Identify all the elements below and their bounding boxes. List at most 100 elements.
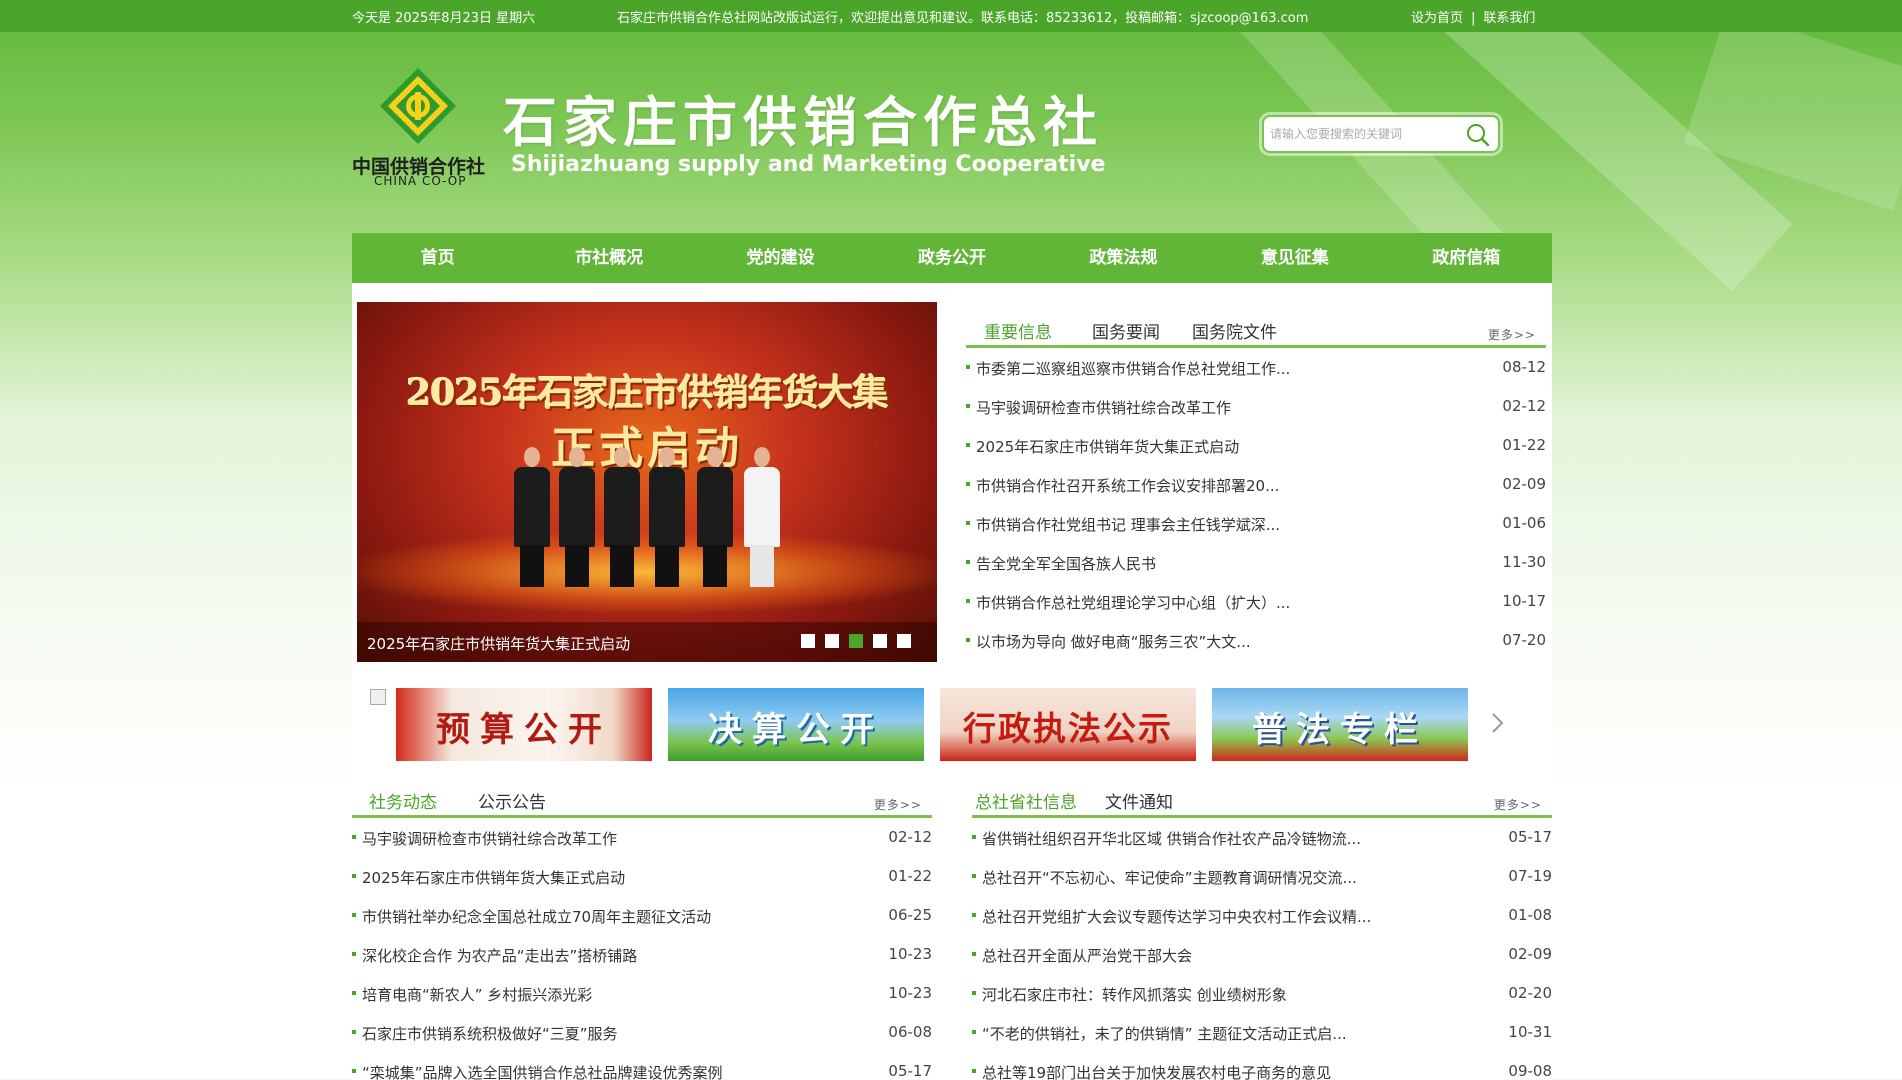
tab-announcements[interactable]: 公示公告 (478, 788, 546, 813)
banner-label: 行政执法公示 (963, 709, 1173, 748)
list-item-title[interactable]: 市供销合作社召开系统工作会议安排部署20... (976, 475, 1279, 496)
search-input[interactable] (1270, 123, 1458, 145)
list-item-title[interactable]: 马宇骏调研检查市供销社综合改革工作 (976, 397, 1231, 418)
tab-national-provincial[interactable]: 总社省社信息 (975, 788, 1077, 813)
list-item[interactable]: 总社等19部门出台关于加快发展农村电子商务的意见 09-08 (972, 1052, 1556, 1080)
list-item-date: 06-08 (888, 1023, 932, 1041)
slider-dot[interactable] (825, 634, 839, 648)
tab-society-news[interactable]: 社务动态 (369, 788, 437, 813)
bullet-icon (966, 443, 970, 447)
list-item-title[interactable]: 总社召开党组扩大会议专题传达学习中央农村工作会议精... (982, 906, 1371, 927)
tab-file-notices[interactable]: 文件通知 (1105, 788, 1173, 813)
list-item-title[interactable]: 马宇骏调研检查市供销社综合改革工作 (362, 828, 617, 849)
tab-state-council-docs[interactable]: 国务院文件 (1192, 318, 1277, 343)
list-item-title[interactable]: 总社等19部门出台关于加快发展农村电子商务的意见 (982, 1062, 1331, 1080)
bullet-icon (966, 482, 970, 486)
nav-opinions[interactable]: 意见征集 (1209, 233, 1380, 283)
list-item[interactable]: 市供销合作总社党组理论学习中心组（扩大）... 10-17 (966, 582, 1550, 621)
list-item-title[interactable]: 告全党全军全国各族人民书 (976, 553, 1156, 574)
list-item-title[interactable]: 市供销合作社党组书记 理事会主任钱学斌深... (976, 514, 1280, 535)
list-item-title[interactable]: 2025年石家庄市供销年货大集正式启动 (362, 867, 625, 888)
nav-home[interactable]: 首页 (352, 233, 523, 283)
banner-legal-education[interactable]: 普法专栏 (1212, 688, 1468, 761)
list-item[interactable]: 石家庄市供销系统积极做好“三夏”服务 06-08 (352, 1013, 936, 1052)
list-item-date: 01-08 (1508, 906, 1552, 924)
list-item-date: 02-20 (1508, 984, 1552, 1002)
list-item-title[interactable]: 深化校企合作 为农产品“走出去”搭桥铺路 (362, 945, 637, 966)
slide-headline: 2025年石家庄市供销年货大集 (406, 372, 888, 414)
more-link[interactable]: 更多>> (874, 796, 922, 813)
list-item-title[interactable]: “不老的供销社，未了的供销情” 主题征文活动正式启... (982, 1023, 1347, 1044)
list-item[interactable]: 市供销合作社党组书记 理事会主任钱学斌深... 01-06 (966, 504, 1550, 543)
slider-dot[interactable] (873, 634, 887, 648)
list-item-title[interactable]: 总社召开“不忘初心、牢记使命”主题教育调研情况交流... (982, 867, 1357, 888)
list-item[interactable]: 市供销社举办纪念全国总社成立70周年主题征文活动 06-25 (352, 896, 936, 935)
list-item[interactable]: 总社召开“不忘初心、牢记使命”主题教育调研情况交流... 07-19 (972, 857, 1556, 896)
list-item[interactable]: 总社召开党组扩大会议专题传达学习中央农村工作会议精... 01-08 (972, 896, 1556, 935)
main-nav: 首页 市社概况 党的建设 政务公开 政策法规 意见征集 政府信箱 (352, 233, 1552, 283)
list-item-title[interactable]: 总社召开全面从严治党干部大会 (982, 945, 1192, 966)
banner-budget[interactable]: 预算公开 (396, 688, 652, 761)
list-item-title[interactable]: 市委第二巡察组巡察市供销合作总社党组工作... (976, 358, 1290, 379)
tab-state-news[interactable]: 国务要闻 (1092, 318, 1160, 343)
nav-overview[interactable]: 市社概况 (523, 233, 694, 283)
list-item-title[interactable]: 培育电商“新农人” 乡村振兴添光彩 (362, 984, 592, 1005)
list-item[interactable]: “不老的供销社，未了的供销情” 主题征文活动正式启... 10-31 (972, 1013, 1556, 1052)
list-item[interactable]: 省供销社组织召开华北区域 供销合作社农产品冷链物流... 05-17 (972, 818, 1556, 857)
contact-us-link[interactable]: 联系我们 (1483, 11, 1535, 26)
list-item[interactable]: 马宇骏调研检查市供销社综合改革工作 02-12 (352, 818, 936, 857)
link-separator: | (1471, 11, 1476, 26)
list-item[interactable]: 2025年石家庄市供销年货大集正式启动 01-22 (352, 857, 936, 896)
site-notice: 石家庄市供销合作总社网站改版试运行，欢迎提出意见和建议。联系电话：8523361… (617, 11, 1309, 26)
banner-final-accounts[interactable]: 决算公开 (668, 688, 924, 761)
list-item-title[interactable]: 省供销社组织召开华北区域 供销合作社农产品冷链物流... (982, 828, 1361, 849)
list-item-title[interactable]: 市供销社举办纪念全国总社成立70周年主题征文活动 (362, 906, 711, 927)
list-item[interactable]: “栾城集”品牌入选全国供销合作总社品牌建设优秀案例 05-17 (352, 1052, 936, 1080)
list-item-date: 05-17 (888, 1062, 932, 1080)
list-item[interactable]: 以市场为导向 做好电商“服务三农”大文... 07-20 (966, 621, 1550, 660)
nav-party-building[interactable]: 党的建设 (695, 233, 866, 283)
broken-image-icon (370, 689, 386, 705)
slider-dot[interactable] (897, 634, 911, 648)
slider-dot[interactable] (801, 634, 815, 648)
bullet-icon (966, 521, 970, 525)
search-button[interactable] (1464, 121, 1492, 149)
list-item-date: 07-20 (1502, 631, 1546, 649)
list-item-title[interactable]: “栾城集”品牌入选全国供销合作总社品牌建设优秀案例 (362, 1062, 723, 1080)
bullet-icon (352, 1069, 356, 1073)
nav-policies[interactable]: 政策法规 (1038, 233, 1209, 283)
list-item[interactable]: 2025年石家庄市供销年货大集正式启动 01-22 (966, 426, 1550, 465)
china-coop-logo[interactable]: 中国供销合作社 CHINA CO-OP (352, 66, 490, 191)
list-item-date: 10-17 (1502, 592, 1546, 610)
set-homepage-link[interactable]: 设为首页 (1411, 11, 1463, 26)
banner-law-enforcement[interactable]: 行政执法公示 (940, 688, 1196, 761)
list-item-title[interactable]: 2025年石家庄市供销年货大集正式启动 (976, 436, 1239, 457)
list-item-title[interactable]: 市供销合作总社党组理论学习中心组（扩大）... (976, 592, 1290, 613)
tab-important-info[interactable]: 重要信息 (984, 318, 1052, 343)
bullet-icon (972, 835, 976, 839)
list-item-title[interactable]: 以市场为导向 做好电商“服务三农”大文... (976, 631, 1251, 652)
list-item-title[interactable]: 石家庄市供销系统积极做好“三夏”服务 (362, 1023, 618, 1044)
list-item[interactable]: 市供销合作社召开系统工作会议安排部署20... 02-09 (966, 465, 1550, 504)
bullet-icon (972, 991, 976, 995)
bullet-icon (966, 365, 970, 369)
more-link[interactable]: 更多>> (1494, 796, 1542, 813)
list-item[interactable]: 深化校企合作 为农产品“走出去”搭桥铺路 10-23 (352, 935, 936, 974)
list-item[interactable]: 总社召开全面从严治党干部大会 02-09 (972, 935, 1556, 974)
banner-next-button[interactable] (1488, 708, 1508, 738)
list-item[interactable]: 培育电商“新农人” 乡村振兴添光彩 10-23 (352, 974, 936, 1013)
list-item[interactable]: 市委第二巡察组巡察市供销合作总社党组工作... 08-12 (966, 348, 1550, 387)
list-item[interactable]: 马宇骏调研检查市供销社综合改革工作 02-12 (966, 387, 1550, 426)
bullet-icon (352, 913, 356, 917)
nav-mailbox[interactable]: 政府信箱 (1381, 233, 1552, 283)
slider-dot-active[interactable] (849, 634, 863, 648)
list-item-date: 08-12 (1502, 358, 1546, 376)
list-item-title[interactable]: 河北石家庄市社：转作风抓落实 创业绩树形象 (982, 984, 1287, 1005)
image-slider[interactable]: 2025年石家庄市供销年货大集 正式启动 2025年石家庄市供销年货大集正式启动 (357, 302, 937, 662)
bullet-icon (972, 1030, 976, 1034)
list-item[interactable]: 告全党全军全国各族人民书 11-30 (966, 543, 1550, 582)
nav-government-affairs[interactable]: 政务公开 (866, 233, 1037, 283)
more-link[interactable]: 更多>> (1488, 326, 1536, 343)
slider-dots (801, 634, 911, 648)
list-item[interactable]: 河北石家庄市社：转作风抓落实 创业绩树形象 02-20 (972, 974, 1556, 1013)
